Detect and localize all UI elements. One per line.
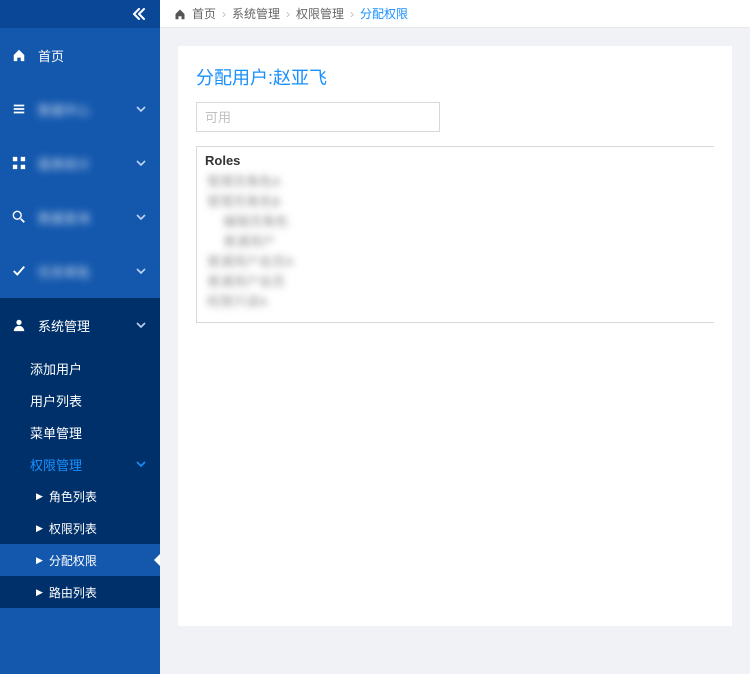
nav-item-4[interactable]: 任务审批 bbox=[0, 244, 160, 298]
page-title: 分配用户:赵亚飞 bbox=[196, 64, 714, 90]
grid-icon bbox=[12, 156, 28, 170]
sidebar-collapse-row[interactable] bbox=[0, 0, 160, 28]
search-icon bbox=[12, 210, 28, 224]
role-item[interactable]: 权限只读A bbox=[205, 292, 706, 312]
role-item[interactable]: 普通用户 bbox=[205, 232, 706, 252]
chevron-down-icon bbox=[136, 320, 146, 330]
crumb-sep: › bbox=[222, 7, 226, 21]
role-item[interactable]: 编辑员角色 bbox=[205, 212, 706, 232]
nav-item-4-label: 任务审批 bbox=[38, 262, 136, 281]
caret-right-icon: ▶ bbox=[36, 523, 43, 534]
chevron-down-icon bbox=[136, 104, 146, 114]
perm-label: 权限列表 bbox=[49, 520, 97, 537]
sub-user-list[interactable]: 用户列表 bbox=[0, 384, 160, 416]
caret-right-icon: ▶ bbox=[36, 587, 43, 598]
crumb-system[interactable]: 系统管理 bbox=[232, 5, 280, 22]
available-filter-input[interactable] bbox=[196, 102, 440, 132]
collapse-icon bbox=[132, 8, 146, 20]
nav-system-label: 系统管理 bbox=[38, 316, 136, 335]
breadcrumb: 首页 › 系统管理 › 权限管理 › 分配权限 bbox=[160, 0, 750, 28]
nav-home-label: 首页 bbox=[38, 46, 146, 65]
nav-item-3[interactable]: 数据查询 bbox=[0, 190, 160, 244]
role-item[interactable]: 普通用户会员 bbox=[205, 272, 706, 292]
sub-add-user[interactable]: 添加用户 bbox=[0, 352, 160, 384]
perm-label: 角色列表 bbox=[49, 488, 97, 505]
roles-list: 管理员角色A管理员角色B编辑员角色普通用户普通用户会员A普通用户会员权限只读A bbox=[205, 172, 706, 312]
crumb-home[interactable]: 首页 bbox=[192, 5, 216, 22]
sidebar: 首页 数据中心 报表统计 数据查询 任务审批 bbox=[0, 0, 160, 674]
perm-label: 分配权限 bbox=[49, 552, 97, 569]
role-item[interactable]: 普通用户会员A bbox=[205, 252, 706, 272]
sub-label: 权限管理 bbox=[30, 455, 82, 474]
chevron-down-icon bbox=[136, 459, 146, 469]
home-icon[interactable] bbox=[174, 8, 186, 20]
chevron-down-icon bbox=[136, 158, 146, 168]
role-item[interactable]: 管理员角色A bbox=[205, 172, 706, 192]
nav-item-2-label: 报表统计 bbox=[38, 154, 136, 173]
nav-item-1-label: 数据中心 bbox=[38, 100, 136, 119]
sub-menu-mgmt[interactable]: 菜单管理 bbox=[0, 416, 160, 448]
nav-item-1[interactable]: 数据中心 bbox=[0, 82, 160, 136]
caret-right-icon: ▶ bbox=[36, 491, 43, 502]
perm-label: 路由列表 bbox=[49, 584, 97, 601]
crumb-sep: › bbox=[286, 7, 290, 21]
nav-system[interactable]: 系统管理 bbox=[0, 298, 160, 352]
check-icon bbox=[12, 264, 28, 278]
chevron-down-icon bbox=[136, 212, 146, 222]
card: 分配用户:赵亚飞 Roles 管理员角色A管理员角色B编辑员角色普通用户普通用户… bbox=[178, 46, 732, 626]
home-icon bbox=[12, 48, 28, 62]
crumb-sep: › bbox=[350, 7, 354, 21]
nav-home[interactable]: 首页 bbox=[0, 28, 160, 82]
caret-right-icon: ▶ bbox=[36, 555, 43, 566]
role-item[interactable]: 管理员角色B bbox=[205, 192, 706, 212]
roles-header: Roles bbox=[205, 153, 706, 168]
sub-label: 菜单管理 bbox=[30, 423, 82, 442]
list-icon bbox=[12, 102, 28, 116]
sub-label: 添加用户 bbox=[30, 359, 82, 378]
perm-permission-list[interactable]: ▶ 权限列表 bbox=[0, 512, 160, 544]
chevron-down-icon bbox=[136, 266, 146, 276]
main: 首页 › 系统管理 › 权限管理 › 分配权限 分配用户:赵亚飞 Roles 管… bbox=[160, 0, 750, 674]
roles-box: Roles 管理员角色A管理员角色B编辑员角色普通用户普通用户会员A普通用户会员… bbox=[196, 146, 714, 323]
nav-item-3-label: 数据查询 bbox=[38, 208, 136, 227]
perm-assign-permission[interactable]: ▶ 分配权限 bbox=[0, 544, 160, 576]
content: 分配用户:赵亚飞 Roles 管理员角色A管理员角色B编辑员角色普通用户普通用户… bbox=[160, 28, 750, 674]
perm-route-list[interactable]: ▶ 路由列表 bbox=[0, 576, 160, 608]
sub-label: 用户列表 bbox=[30, 391, 82, 410]
perm-role-list[interactable]: ▶ 角色列表 bbox=[0, 480, 160, 512]
nav-item-2[interactable]: 报表统计 bbox=[0, 136, 160, 190]
crumb-current: 分配权限 bbox=[360, 5, 408, 22]
sub-permission-mgmt[interactable]: 权限管理 bbox=[0, 448, 160, 480]
user-icon bbox=[12, 318, 28, 332]
crumb-permission[interactable]: 权限管理 bbox=[296, 5, 344, 22]
